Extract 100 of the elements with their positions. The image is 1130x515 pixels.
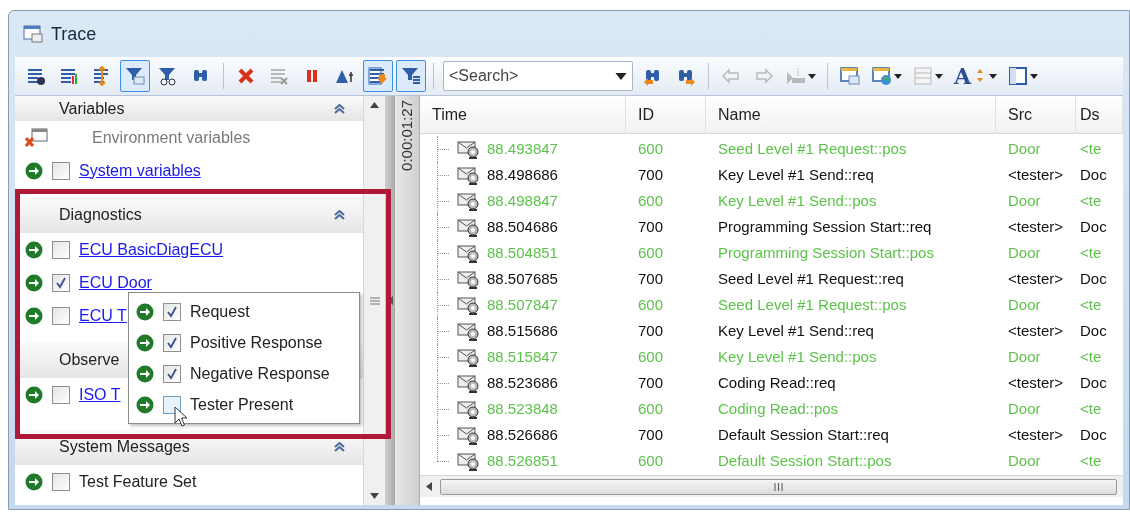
destination-cell-text: Doc [1079, 268, 1108, 289]
column-header[interactable]: Time [420, 96, 626, 133]
arrow-circle-icon[interactable] [136, 364, 154, 383]
vertical-scrollbar[interactable] [363, 96, 385, 505]
time-cell-text: 88.526851 [487, 450, 558, 471]
destination-cell-text: Doc [1079, 424, 1108, 445]
source-cell-text: Door [1007, 346, 1042, 367]
menu-item-label[interactable]: Positive Response [190, 330, 323, 355]
source-cell-text: <tester> [1007, 372, 1065, 393]
collapse-chevron-icon[interactable] [334, 442, 345, 452]
column-header[interactable]: ID [626, 96, 706, 133]
menu-item-label[interactable]: Tester Present [190, 392, 294, 417]
arrow-circle-icon[interactable] [25, 472, 43, 491]
time-cell-text: 88.507847 [487, 294, 558, 315]
id-cell-text: 600 [637, 346, 665, 367]
filter-list-icon [401, 66, 421, 86]
menu-item-label[interactable]: Request [190, 299, 250, 324]
source-cell-text: <tester> [1007, 424, 1065, 445]
source-cell-text: <tester> [1007, 216, 1065, 237]
grip-icon[interactable] [774, 482, 783, 491]
id-cell-text: 600 [637, 190, 665, 211]
item-link[interactable]: ECU BasicDiagECU [79, 237, 224, 262]
filter-glasses-icon [158, 66, 178, 86]
window-title: Trace [51, 22, 97, 46]
id-cell-text: 700 [637, 372, 665, 393]
scroll-up-icon[interactable] [370, 102, 379, 108]
time-cell-text: 88.504851 [487, 242, 558, 263]
item-link[interactable]: ISO T [79, 382, 121, 407]
id-cell-text: 700 [637, 320, 665, 341]
source-cell-text: Door [1007, 242, 1042, 263]
collapse-chevron-icon[interactable] [334, 103, 345, 114]
checkbox[interactable] [52, 472, 70, 491]
scrollbar-thumb[interactable] [440, 478, 1117, 495]
left-arrow-icon [721, 66, 741, 86]
name-cell-text: Seed Level #1 Request::pos [717, 294, 908, 315]
window-globe-icon [872, 66, 892, 86]
checkbox[interactable] [52, 273, 70, 292]
checkbox[interactable] [52, 306, 70, 325]
arrow-circle-icon[interactable] [25, 385, 43, 404]
grip-icon[interactable] [369, 296, 380, 305]
arrow-circle-icon[interactable] [25, 273, 43, 292]
name-cell-text: Seed Level #1 Request::req [717, 268, 905, 289]
column-header[interactable]: Name [706, 96, 996, 133]
destination-cell-text: <te [1079, 242, 1103, 263]
checkbox[interactable] [163, 333, 181, 352]
horizontal-scrollbar[interactable] [420, 475, 1123, 497]
destination-cell-text: <te [1079, 450, 1103, 471]
message-icon [457, 347, 481, 367]
section-header[interactable]: Variables [15, 96, 363, 121]
arrow-circle-icon[interactable] [25, 161, 43, 180]
column-header[interactable]: Ds [1076, 96, 1123, 133]
item-link[interactable]: ECU T [79, 303, 127, 328]
splitter[interactable] [385, 96, 395, 505]
filter-envelope-icon [125, 66, 145, 86]
caret-icon [935, 73, 943, 79]
column-header[interactable]: Src [996, 96, 1076, 133]
destination-cell-text: <te [1079, 190, 1103, 211]
scroll-left-icon[interactable] [426, 482, 432, 491]
time-cell-text: 88.504686 [487, 216, 558, 237]
arrow-circle-icon[interactable] [25, 240, 43, 259]
checkbox[interactable] [52, 385, 70, 404]
message-icon [457, 165, 481, 185]
message-icon [457, 399, 481, 419]
search-field[interactable]: <Search> [443, 61, 633, 91]
filter-envelope-button[interactable] [120, 60, 150, 92]
message-icon [457, 321, 481, 341]
checkbox[interactable] [52, 161, 70, 180]
item-label: Test Feature Set [79, 471, 197, 492]
name-cell-text: Default Session Start::req [717, 424, 890, 445]
source-cell-text: Door [1007, 138, 1042, 159]
time-cell-text: 88.523686 [487, 372, 558, 393]
name-cell-text: Key Level #1 Send::pos [717, 346, 878, 367]
arrow-circle-icon[interactable] [136, 302, 154, 321]
scroll-to-end-icon [368, 66, 388, 86]
item-link[interactable]: System variables [79, 158, 201, 183]
id-cell-text: 600 [637, 450, 665, 471]
up-down-arrow-button[interactable]: A [950, 60, 1002, 92]
checkbox[interactable] [163, 395, 181, 414]
arrow-circle-icon[interactable] [136, 333, 154, 352]
checkbox[interactable] [52, 240, 70, 259]
item-link[interactable]: ECU Door [79, 270, 152, 295]
arrow-circle-icon[interactable] [25, 306, 43, 325]
source-cell-text: <tester> [1007, 320, 1065, 341]
arrow-circle-icon[interactable] [136, 395, 154, 414]
collapse-chevron-icon[interactable] [334, 210, 345, 220]
time-cell-text: 88.498686 [487, 164, 558, 185]
scroll-down-icon[interactable] [370, 493, 379, 499]
time-cell-text: 88.523848 [487, 398, 558, 419]
filter-list-button[interactable] [396, 60, 426, 92]
window-icon [23, 25, 43, 43]
list-delete-icon [269, 66, 289, 86]
message-icon [457, 269, 481, 289]
checkbox[interactable] [163, 302, 181, 321]
id-cell-text: 600 [637, 294, 665, 315]
time-cell-text: 88.493847 [487, 138, 558, 159]
scroll-to-end-button[interactable] [363, 60, 393, 92]
id-cell-text: 600 [637, 138, 665, 159]
name-cell-text: Key Level #1 Send::req [717, 320, 875, 341]
menu-item-label[interactable]: Negative Response [190, 361, 330, 386]
checkbox[interactable] [163, 364, 181, 383]
